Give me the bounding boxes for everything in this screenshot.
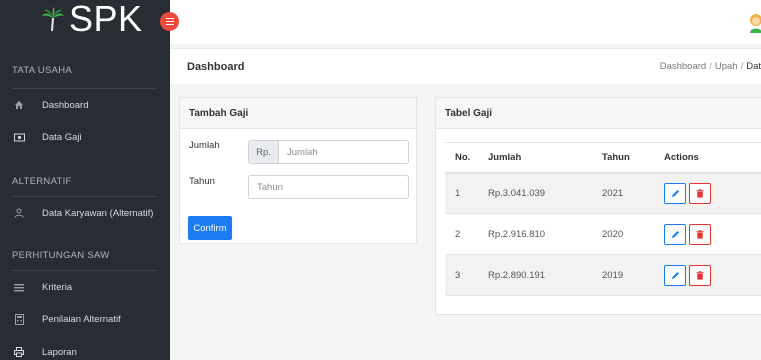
tabel-gaji-card: Tabel Gaji No. Jumlah Tahun Actions 1 Rp… [435, 97, 761, 315]
sidebar-item-label: Dashboard [42, 99, 89, 111]
breadcrumb-current: Dat [746, 61, 761, 72]
cell-no: 3 [445, 254, 478, 296]
sidebar-item-label: Data Karyawan (Alternatif) [42, 207, 154, 219]
tahun-label: Tahun [189, 176, 215, 187]
brand[interactable]: SPK [0, 0, 170, 42]
pencil-icon [671, 271, 679, 279]
breadcrumb-link-upah[interactable]: Upah [715, 61, 738, 72]
edit-button[interactable] [664, 223, 686, 245]
sidebar-item-dashboard[interactable]: Dashboard [0, 93, 170, 117]
cell-actions [654, 172, 761, 214]
sidebar-divider [12, 196, 158, 197]
confirm-button[interactable]: Confirm [188, 216, 232, 240]
breadcrumb-link-dashboard[interactable]: Dashboard [660, 61, 706, 72]
cell-actions [654, 254, 761, 296]
user-avatar-icon[interactable] [749, 13, 761, 33]
currency-prefix: Rp. [248, 140, 278, 164]
cell-no: 2 [445, 213, 478, 255]
cell-jumlah: Rp.2.890.191 [478, 254, 592, 296]
sidebar-item-data-karyawan[interactable]: Data Karyawan (Alternatif) [0, 201, 170, 225]
cell-jumlah: Rp.3.041.039 [478, 172, 592, 214]
column-header-jumlah: Jumlah [478, 142, 592, 174]
sidebar: SPK TATA USAHA Dashboard Data Gaji ALTER… [0, 0, 170, 360]
cell-tahun: 2021 [592, 172, 654, 214]
column-header-actions: Actions [654, 142, 761, 174]
sidebar-item-label: Data Gaji [42, 131, 82, 143]
delete-button[interactable] [689, 223, 711, 245]
sidebar-item-label: Laporan [42, 346, 77, 358]
cell-actions [654, 213, 761, 255]
sidebar-divider [12, 88, 158, 89]
edit-button[interactable] [664, 264, 686, 286]
table-row: 2 Rp.2.916.810 2020 [445, 213, 761, 255]
trash-icon [696, 229, 704, 239]
cell-no: 1 [445, 172, 478, 214]
sidebar-toggle-button[interactable] [160, 12, 179, 31]
jumlah-input[interactable] [278, 140, 409, 164]
sidebar-item-label: Kriteria [42, 281, 73, 293]
tabel-gaji-title: Tabel Gaji [436, 98, 761, 129]
sidebar-item-kriteria[interactable]: Kriteria [0, 275, 170, 299]
sidebar-divider [12, 270, 158, 271]
section-title-alternatif: ALTERNATIF [12, 176, 72, 187]
content-header: Dashboard Dashboard / Upah / Dat [170, 48, 761, 84]
print-icon [12, 347, 26, 357]
palm-tree-icon [42, 7, 64, 32]
logo[interactable]: SPK [40, 1, 143, 37]
delete-button[interactable] [689, 264, 711, 286]
cell-tahun: 2019 [592, 254, 654, 296]
trash-icon [696, 270, 704, 280]
gaji-table: No. Jumlah Tahun Actions 1 Rp.3.041.039 … [445, 142, 761, 296]
breadcrumb: Dashboard / Upah / Dat [659, 61, 761, 72]
sidebar-item-label: Penilaian Alternatif [42, 313, 121, 325]
sidebar-item-penilaian-alternatif[interactable]: Penilaian Alternatif [0, 307, 170, 331]
calculator-icon [12, 313, 26, 325]
top-navbar [170, 0, 761, 44]
menu-icon [165, 18, 174, 25]
section-title-perhitungan-saw: PERHITUNGAN SAW [12, 250, 110, 261]
list-icon [12, 283, 26, 292]
trash-icon [696, 188, 704, 198]
page-title: Dashboard [187, 61, 245, 73]
table-row: 1 Rp.3.041.039 2021 [445, 172, 761, 214]
tambah-gaji-title: Tambah Gaji [180, 98, 416, 129]
tambah-gaji-card: Tambah Gaji Jumlah Rp. Tahun Confirm [179, 97, 417, 244]
column-header-tahun: Tahun [592, 142, 654, 174]
section-title-tata-usaha: TATA USAHA [12, 65, 73, 76]
pencil-icon [671, 189, 679, 197]
delete-button[interactable] [689, 182, 711, 204]
brand-name: SPK [69, 0, 143, 39]
table-row: 3 Rp.2.890.191 2019 [445, 254, 761, 296]
column-header-no: No. [445, 142, 478, 174]
cell-tahun: 2020 [592, 213, 654, 255]
pencil-icon [671, 230, 679, 238]
table-header-row: No. Jumlah Tahun Actions [445, 142, 761, 174]
home-icon [12, 100, 26, 110]
user-icon [12, 208, 26, 218]
sidebar-item-laporan[interactable]: Laporan [0, 340, 170, 360]
jumlah-label: Jumlah [189, 140, 220, 151]
tahun-input[interactable] [248, 175, 409, 199]
sidebar-item-data-gaji[interactable]: Data Gaji [0, 125, 170, 149]
cell-jumlah: Rp.2.916.810 [478, 213, 592, 255]
money-icon [12, 133, 26, 142]
edit-button[interactable] [664, 182, 686, 204]
